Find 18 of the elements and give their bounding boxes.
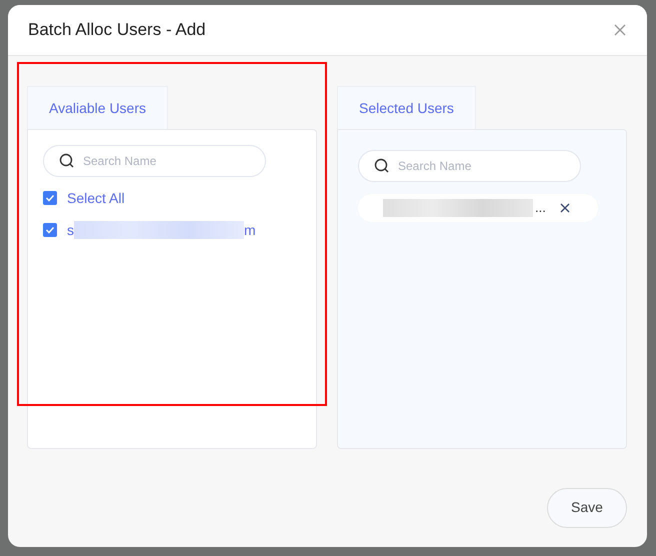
tab[interactable]: Avaliable Users	[27, 86, 168, 129]
search-icon	[374, 158, 390, 174]
save-button[interactable]: Save	[547, 488, 627, 528]
ellipsis-text: ...	[535, 199, 546, 218]
remove-icon[interactable]	[560, 202, 570, 213]
check-icon	[45, 225, 55, 236]
search-field[interactable]: Search Name	[358, 150, 581, 182]
select-all-label: Select All	[67, 188, 125, 208]
dialog-title: Batch Alloc Users - Add	[28, 19, 206, 42]
close-icon[interactable]	[613, 22, 627, 37]
search-icon	[59, 152, 75, 169]
checkbox[interactable]	[43, 223, 57, 238]
check-icon	[45, 193, 55, 204]
user-label-start: s	[67, 220, 74, 240]
checkbox[interactable]	[43, 191, 57, 206]
search-field[interactable]: Search Name	[43, 144, 266, 177]
tab[interactable]: Selected Users	[337, 86, 476, 129]
user-label-end: m	[244, 220, 256, 240]
